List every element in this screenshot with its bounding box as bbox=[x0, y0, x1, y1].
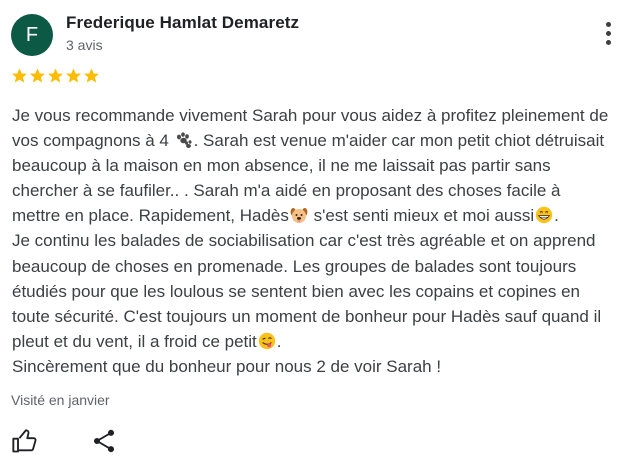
like-button[interactable] bbox=[11, 427, 39, 455]
visit-date: Visité en janvier bbox=[11, 392, 110, 408]
star-icon bbox=[84, 68, 99, 83]
review-text-part: s'est senti mieux et moi aussi bbox=[308, 206, 535, 226]
more-options-button[interactable] bbox=[598, 20, 622, 48]
star-icon bbox=[30, 68, 45, 83]
star-icon bbox=[48, 68, 63, 83]
author-name[interactable]: Frederique Hamlat Demaretz bbox=[66, 13, 299, 33]
more-vert-icon bbox=[606, 22, 611, 27]
paw-prints-emoji bbox=[175, 131, 193, 149]
share-button[interactable] bbox=[90, 427, 118, 455]
review-text-part: . Je continu les balades de sociabilisat… bbox=[12, 206, 602, 351]
review-count: 3 avis bbox=[66, 37, 103, 53]
review-text: Je vous recommande vivement Sarah pour v… bbox=[12, 103, 630, 379]
dog-face-emoji bbox=[290, 206, 308, 224]
star-icon bbox=[12, 68, 27, 83]
share-icon bbox=[93, 429, 115, 453]
star-icon bbox=[66, 68, 81, 83]
thumb-up-icon bbox=[12, 429, 37, 453]
grinning-emoji bbox=[535, 206, 553, 224]
face-savoring-emoji bbox=[258, 332, 276, 350]
star-rating bbox=[11, 67, 100, 87]
avatar[interactable]: F bbox=[11, 14, 53, 56]
